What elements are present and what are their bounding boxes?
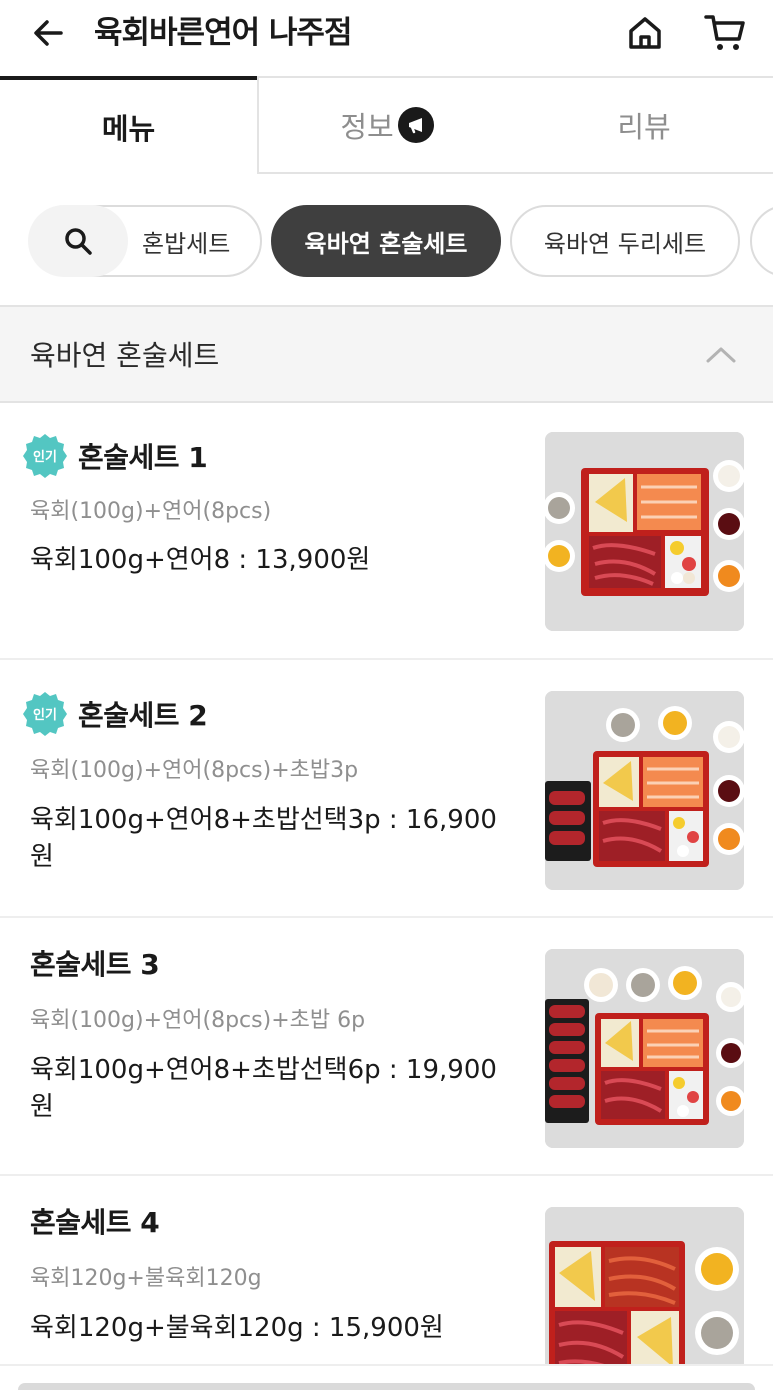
tab-menu[interactable]: 메뉴	[0, 76, 257, 174]
popular-badge-icon: 인기	[23, 692, 67, 736]
category-chips: 혼밥세트 육바연 혼술세트 육바연 두리세트	[0, 174, 773, 305]
bottom-sheet-handle	[18, 1383, 755, 1390]
item-description: 육회(100g)+연어(8pcs)+초밥3p	[30, 758, 359, 783]
app-header: 육회바른연어 나주점	[0, 0, 773, 76]
item-name: 혼술세트 3	[30, 948, 160, 981]
tab-label: 메뉴	[101, 112, 156, 146]
back-button[interactable]	[22, 10, 76, 56]
category-chip-duri[interactable]: 육바연 두리세트	[510, 205, 740, 277]
item-name-row: 혼술세트 4	[22, 1201, 160, 1241]
item-name: 혼술세트 4	[30, 1206, 160, 1239]
chevron-up-icon	[706, 347, 736, 363]
item-description: 육회(100g)+연어(8pcs)+초밥 6p	[30, 1008, 366, 1033]
cart-icon	[704, 15, 745, 50]
item-photo	[545, 1207, 744, 1364]
home-icon	[629, 17, 661, 49]
item-price: 육회100g+연어8+초밥선택3p : 16,900원	[30, 805, 497, 872]
arrow-left-icon	[34, 20, 63, 46]
home-button[interactable]	[620, 10, 670, 56]
item-photo	[545, 949, 744, 1148]
section-title: 육바연 혼술세트	[30, 339, 220, 372]
megaphone-icon	[397, 107, 434, 143]
menu-section-header[interactable]: 육바연 혼술세트	[0, 305, 773, 403]
item-description: 육회120g+불육회120g	[30, 1266, 262, 1291]
tab-review[interactable]: 리뷰	[515, 76, 773, 174]
menu-item[interactable]: 혼술세트 3 육회(100g)+연어(8pcs)+초밥 6p 육회100g+연어…	[0, 918, 773, 1176]
page-title: 육회바른연어 나주점	[94, 15, 352, 51]
svg-text:인기: 인기	[33, 707, 57, 723]
category-chip-more[interactable]	[750, 205, 773, 277]
chip-label: 혼밥세트	[142, 229, 231, 258]
item-photo	[545, 432, 744, 631]
item-description: 육회(100g)+연어(8pcs)	[30, 499, 272, 524]
item-price: 육회120g+불육회120g : 15,900원	[30, 1313, 444, 1343]
menu-item[interactable]: 인기 혼술세트 2 육회(100g)+연어(8pcs)+초밥3p 육회100g+…	[0, 660, 773, 918]
item-name-row: 혼술세트 3	[22, 943, 160, 983]
tab-label: 정보	[340, 110, 394, 144]
chip-label: 육바연 혼술세트	[304, 229, 468, 258]
item-name: 혼술세트 1	[78, 441, 208, 474]
item-name: 혼술세트 2	[78, 699, 208, 732]
item-photo	[545, 691, 744, 890]
store-tabs: 메뉴 정보 리뷰	[0, 76, 773, 174]
menu-item[interactable]: 혼술세트 4 육회120g+불육회120g 육회120g+불육회120g : 1…	[0, 1176, 773, 1366]
menu-item[interactable]: 인기 혼술세트 1 육회(100g)+연어(8pcs) 육회100g+연어8 :…	[0, 403, 773, 660]
tab-label: 리뷰	[617, 110, 671, 144]
svg-text:인기: 인기	[33, 449, 57, 465]
item-name-row: 인기 혼술세트 2	[22, 691, 208, 737]
collapse-button[interactable]	[700, 333, 742, 375]
menu-search-button[interactable]	[28, 205, 128, 277]
popular-badge-icon: 인기	[23, 434, 67, 478]
chip-label: 육바연 두리세트	[543, 229, 707, 258]
item-price: 육회100g+연어8 : 13,900원	[30, 545, 371, 575]
cart-button[interactable]	[698, 10, 752, 56]
item-name-row: 인기 혼술세트 1	[22, 433, 208, 479]
item-price: 육회100g+연어8+초밥선택6p : 19,900원	[30, 1055, 497, 1122]
search-icon	[65, 228, 92, 255]
category-chip-honsul[interactable]: 육바연 혼술세트	[271, 205, 501, 277]
tab-info[interactable]: 정보	[257, 76, 515, 174]
